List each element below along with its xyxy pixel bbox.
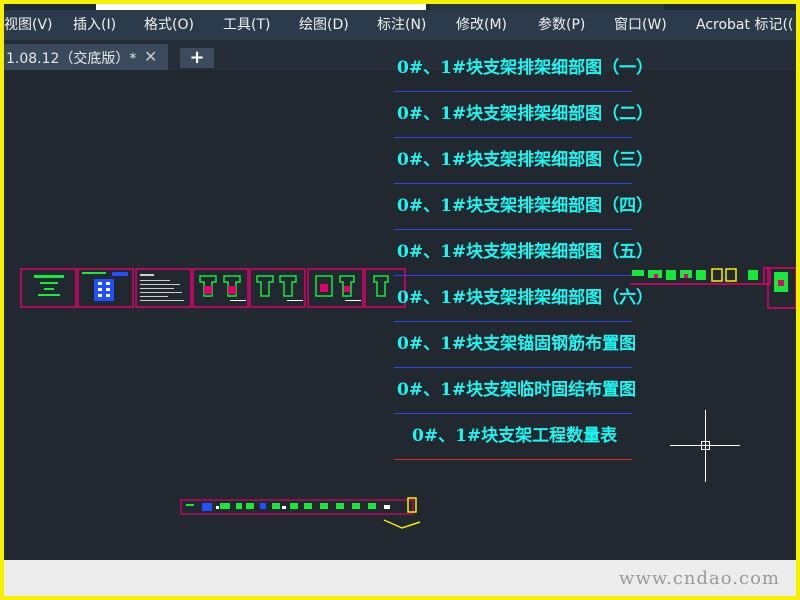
- menu-draw[interactable]: 绘图(D): [299, 16, 349, 34]
- document-tab-title: 1.08.12（交底版）*: [6, 51, 137, 67]
- cad-application-window: 视图(V) 插入(I) 格式(O) 工具(T) 绘图(D) 标注(N) 修改(M…: [4, 4, 796, 596]
- crosshair-pickbox: [701, 441, 710, 450]
- menu-view[interactable]: 视图(V): [4, 16, 53, 34]
- sheet-title-detail-4: 0#、1#块支架排架细部图（四）: [394, 184, 653, 230]
- sheet-title-detail-6: 0#、1#块支架排架细部图（六）: [394, 276, 653, 322]
- sheet-title-detail-1: 0#、1#块支架排架细部图（一）: [394, 46, 653, 92]
- sheet-thumbnails-right: [630, 267, 796, 309]
- menu-format[interactable]: 格式(O): [144, 16, 194, 34]
- menu-bar: 视图(V) 插入(I) 格式(O) 工具(T) 绘图(D) 标注(N) 修改(M…: [4, 10, 796, 40]
- menu-insert[interactable]: 插入(I): [73, 16, 116, 34]
- menu-modify[interactable]: 修改(M): [456, 16, 507, 34]
- sheet-title-detail-2: 0#、1#块支架排架细部图（二）: [394, 92, 653, 138]
- menu-acrobat-markup[interactable]: Acrobat 标记((: [696, 16, 793, 34]
- close-tab-icon[interactable]: ✕: [144, 47, 157, 66]
- sheet-title-quantity-table: 0#、1#块支架工程数量表: [394, 414, 632, 460]
- document-tab[interactable]: 1.08.12（交底版）* ✕: [4, 44, 168, 70]
- drawing-canvas[interactable]: 0#、1#块支架排架细部图（一） 0#、1#块支架排架细部图（二） 0#、1#块…: [4, 58, 796, 560]
- sheet-title-detail-5: 0#、1#块支架排架细部图（五）: [394, 230, 653, 276]
- sheet-title-temporary-fixing: 0#、1#块支架临时固结布置图: [394, 368, 636, 414]
- menu-dimension[interactable]: 标注(N): [377, 16, 426, 34]
- menu-parameters[interactable]: 参数(P): [538, 16, 585, 34]
- sheet-title-detail-3: 0#、1#块支架排架细部图（三）: [394, 138, 653, 184]
- new-tab-button[interactable]: +: [180, 48, 214, 68]
- drawing-sheet-list: 0#、1#块支架排架细部图（一） 0#、1#块支架排架细部图（二） 0#、1#块…: [394, 46, 653, 460]
- sheet-thumbnails-bottom: [180, 497, 421, 529]
- sheet-thumbnails-left: [20, 268, 406, 308]
- watermark-text: www.cndao.com: [619, 568, 780, 589]
- menu-tools[interactable]: 工具(T): [223, 16, 270, 34]
- status-area: www.cndao.com: [4, 560, 796, 596]
- menu-window[interactable]: 窗口(W): [614, 16, 667, 34]
- sheet-title-anchor-rebar: 0#、1#块支架锚固钢筋布置图: [394, 322, 636, 368]
